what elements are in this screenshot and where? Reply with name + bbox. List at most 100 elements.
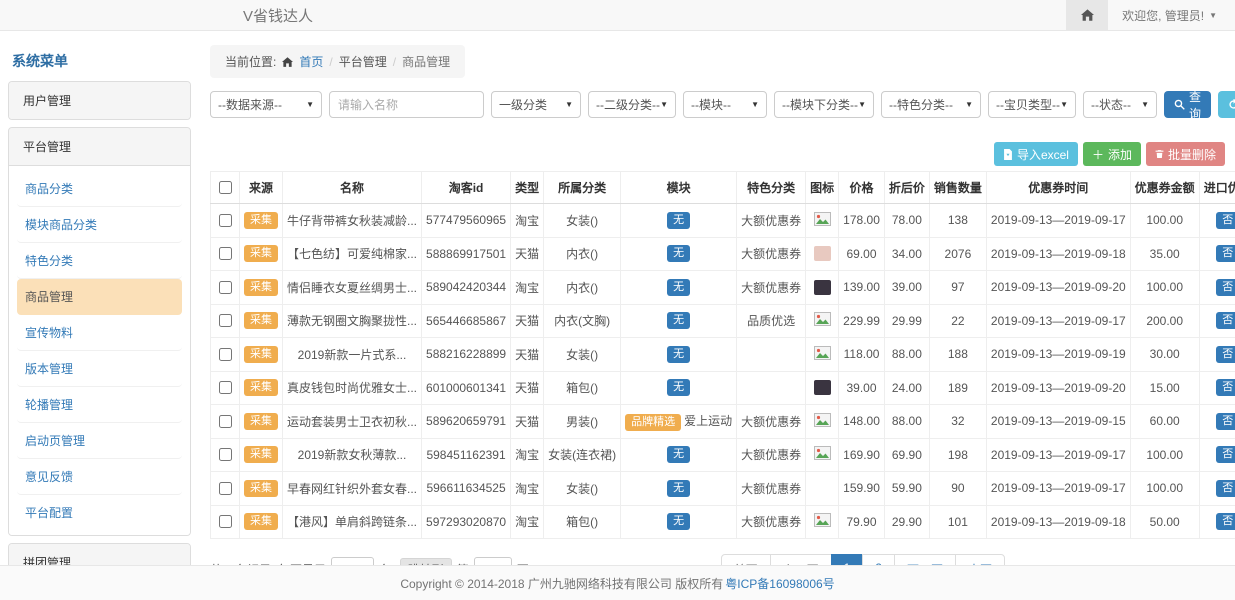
icp-link[interactable]: 粤ICP备16098006号 — [725, 575, 834, 592]
module-cell: 无 — [621, 505, 737, 539]
module-badge[interactable]: 无 — [667, 513, 690, 530]
module-badge[interactable]: 无 — [667, 480, 690, 497]
pagination-bar: 共16条记录, 每页显示 10 ▼ 条, 跳转到 第 页 首页上一页12下一页末… — [210, 554, 1225, 565]
row-checkbox[interactable] — [219, 247, 232, 260]
home-nav-button[interactable] — [1066, 0, 1108, 31]
sidebar-subitem[interactable]: 商品管理 — [17, 279, 182, 315]
sidebar-subitem[interactable]: 轮播管理 — [17, 387, 182, 423]
row-checkbox-cell — [211, 472, 240, 506]
jump-page-input[interactable] — [474, 557, 512, 565]
row-checkbox[interactable] — [219, 281, 232, 294]
column-header: 类型 — [511, 172, 544, 204]
product-type: 天猫 — [511, 304, 544, 338]
sidebar-subitem[interactable]: 商品分类 — [17, 171, 182, 207]
select-all-checkbox[interactable] — [219, 181, 232, 194]
source-cell: 采集 — [240, 505, 283, 539]
import-select-toggle[interactable]: 否 — [1216, 312, 1235, 329]
import-select-toggle[interactable]: 否 — [1216, 379, 1235, 396]
sidebar-panel-heading[interactable]: 用户管理 — [9, 82, 190, 119]
import-select-toggle[interactable]: 否 — [1216, 279, 1235, 296]
column-header: 优惠券时间 — [986, 172, 1130, 204]
row-checkbox[interactable] — [219, 214, 232, 227]
breadcrumb-home-link[interactable]: 首页 — [299, 53, 323, 70]
discount-price: 34.00 — [884, 237, 929, 271]
module-badge[interactable]: 无 — [667, 312, 690, 329]
module-cell: 无 — [621, 338, 737, 372]
filter-select[interactable]: --宝贝类型--▼ — [988, 91, 1076, 118]
add-label: 添加 — [1108, 146, 1132, 163]
add-button[interactable]: ＋ 添加 — [1083, 142, 1141, 166]
filter-select[interactable]: --模块下分类--▼ — [774, 91, 874, 118]
product-type: 淘宝 — [511, 271, 544, 305]
row-checkbox[interactable] — [219, 314, 232, 327]
jump-suffix: 页 — [517, 561, 529, 565]
row-checkbox-cell — [211, 438, 240, 472]
module-cell: 无 — [621, 472, 737, 506]
page-button[interactable]: 2 — [862, 554, 895, 565]
sidebar-subitem[interactable]: 宣传物料 — [17, 315, 182, 351]
image-placeholder-icon — [814, 346, 831, 360]
page-button[interactable]: 首页 — [721, 554, 771, 565]
module-badge[interactable]: 无 — [667, 279, 690, 296]
row-checkbox[interactable] — [219, 415, 232, 428]
module-badge[interactable]: 无 — [667, 212, 690, 229]
sidebar-subitem[interactable]: 特色分类 — [17, 243, 182, 279]
row-checkbox[interactable] — [219, 515, 232, 528]
row-checkbox[interactable] — [219, 448, 232, 461]
jump-prefix: 第 — [457, 561, 469, 565]
jump-button[interactable]: 跳转到 — [400, 558, 452, 565]
name-search-input[interactable] — [329, 91, 484, 118]
coupon-amount: 200.00 — [1130, 304, 1199, 338]
module-badge[interactable]: 品牌精选 — [625, 414, 681, 431]
sidebar-subitem[interactable]: 版本管理 — [17, 351, 182, 387]
filter-select[interactable]: --状态--▼ — [1083, 91, 1157, 118]
filter-select[interactable]: 一级分类▼ — [491, 91, 581, 118]
page-button[interactable]: 1 — [831, 554, 864, 565]
taoke-id: 598451162391 — [422, 438, 511, 472]
module-badge[interactable]: 无 — [667, 245, 690, 262]
sidebar-subitem[interactable]: 平台配置 — [17, 495, 182, 530]
import-select-toggle[interactable]: 否 — [1216, 413, 1235, 430]
page-button[interactable]: 末页 — [955, 554, 1005, 565]
refresh-icon — [1228, 99, 1235, 110]
module-badge[interactable]: 无 — [667, 379, 690, 396]
copyright-text: Copyright © 2014-2018 广州九驰网络科技有限公司 版权所有 — [400, 575, 723, 592]
module-badge[interactable]: 无 — [667, 446, 690, 463]
module-cell: 无 — [621, 204, 737, 238]
reset-button[interactable]: 重置 — [1218, 91, 1235, 118]
row-checkbox[interactable] — [219, 348, 232, 361]
page-button[interactable]: 下一页 — [894, 554, 956, 565]
search-icon — [1174, 99, 1185, 110]
import-select-toggle[interactable]: 否 — [1216, 346, 1235, 363]
filter-select[interactable]: --数据来源--▼ — [210, 91, 322, 118]
query-button[interactable]: 查询 — [1164, 91, 1211, 118]
row-checkbox[interactable] — [219, 482, 232, 495]
module-cell: 无 — [621, 371, 737, 405]
import-select-toggle[interactable]: 否 — [1216, 212, 1235, 229]
import-select-toggle[interactable]: 否 — [1216, 245, 1235, 262]
import-select-toggle[interactable]: 否 — [1216, 446, 1235, 463]
sidebar-panel-heading[interactable]: 平台管理 — [9, 128, 190, 165]
page-button[interactable]: 上一页 — [770, 554, 832, 565]
sidebar-panel-heading[interactable]: 拼团管理 — [9, 544, 190, 565]
sidebar-panel: 平台管理商品分类模块商品分类特色分类商品管理宣传物料版本管理轮播管理启动页管理意… — [8, 127, 191, 536]
module-badge[interactable]: 无 — [667, 346, 690, 363]
row-checkbox-cell — [211, 338, 240, 372]
filter-select[interactable]: --模块--▼ — [683, 91, 767, 118]
filter-select[interactable]: --二级分类--▼ — [588, 91, 676, 118]
discount-price: 78.00 — [884, 204, 929, 238]
module-cell: 无 — [621, 271, 737, 305]
filter-select[interactable]: --特色分类--▼ — [881, 91, 981, 118]
import-excel-button[interactable]: 导入excel — [994, 142, 1078, 166]
filter-select-label: --二级分类-- — [596, 96, 660, 113]
sidebar-subitem[interactable]: 启动页管理 — [17, 423, 182, 459]
sidebar-subitem[interactable]: 意见反馈 — [17, 459, 182, 495]
import-select-toggle[interactable]: 否 — [1216, 513, 1235, 530]
import-select-toggle[interactable]: 否 — [1216, 480, 1235, 497]
user-menu[interactable]: 欢迎您, 管理员! ▼ — [1108, 7, 1235, 24]
sales-count: 198 — [929, 438, 986, 472]
per-page-select[interactable]: 10 ▼ — [331, 557, 374, 565]
batch-delete-button[interactable]: 批量删除 — [1146, 142, 1225, 166]
sidebar-subitem[interactable]: 模块商品分类 — [17, 207, 182, 243]
row-checkbox[interactable] — [219, 381, 232, 394]
